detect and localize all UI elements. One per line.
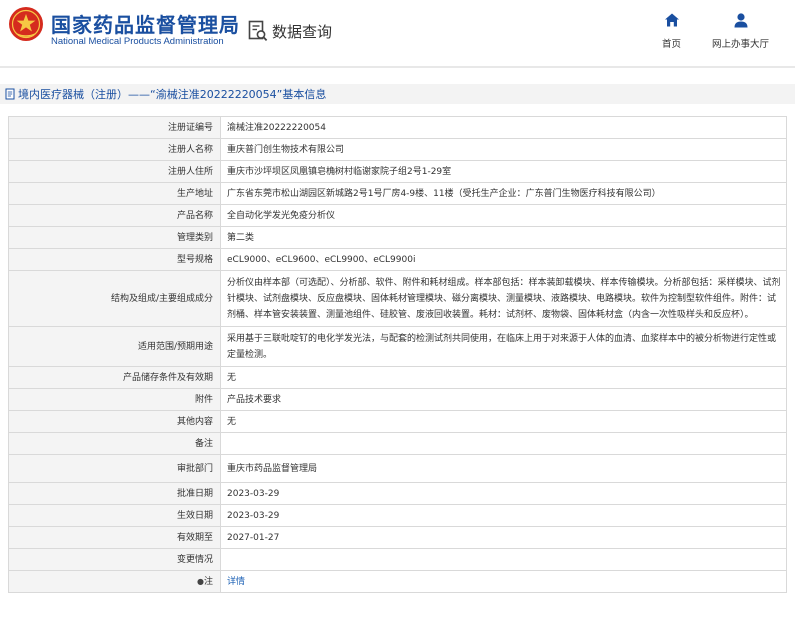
- row-value: 重庆市药品监督管理局: [220, 454, 787, 483]
- row-label: 型号规格: [8, 248, 221, 271]
- data-query-section[interactable]: 数据查询: [248, 18, 332, 44]
- row-value: 重庆市沙坪坝区凤凰镇皂桷树村临谢家院子组2号1-29室: [220, 160, 787, 183]
- table-row: 注册人名称 重庆普门创生物技术有限公司: [8, 138, 787, 161]
- row-label: 注册人名称: [8, 138, 221, 161]
- row-label: 其他内容: [8, 410, 221, 433]
- home-icon: [664, 13, 679, 27]
- table-row: 结构及组成/主要组成成分 分析仪由样本部（可选配）、分析部、软件、附件和耗材组成…: [8, 270, 787, 327]
- data-query-label: 数据查询: [272, 22, 333, 41]
- table-row: 批准日期 2023-03-29: [8, 482, 787, 505]
- note-icon: ●: [197, 576, 204, 586]
- row-label: 注册证编号: [8, 116, 221, 139]
- document-icon: [5, 88, 15, 100]
- row-label: 适用范围/预期用途: [8, 326, 221, 367]
- nav-home-label: 首页: [662, 39, 682, 50]
- org-name-cn: 国家药品监督管理局: [51, 13, 240, 37]
- row-label-note: ●注: [8, 570, 221, 593]
- row-value: 渝械注准20222220054: [220, 116, 787, 139]
- table-row: 审批部门 重庆市药品监督管理局: [8, 454, 787, 483]
- header-divider: [0, 66, 795, 68]
- row-value: 产品技术要求: [220, 388, 787, 411]
- nav-home[interactable]: 首页: [662, 12, 681, 50]
- row-label-note-text: 注: [203, 576, 213, 587]
- row-label: 有效期至: [8, 526, 221, 549]
- registration-detail-table: 注册证编号 渝械注准20222220054 注册人名称 重庆普门创生物技术有限公…: [8, 116, 787, 593]
- row-value: 2027-01-27: [220, 526, 787, 549]
- row-value: 分析仪由样本部（可选配）、分析部、软件、附件和耗材组成。样本部包括：样本装卸载模…: [220, 270, 787, 327]
- table-row: 产品名称 全自动化学发光免疫分析仪: [8, 204, 787, 227]
- row-value: [220, 432, 787, 455]
- table-row: 生产地址 广东省东莞市松山湖园区新城路2号1号厂房4-9楼、11楼（受托生产企业…: [8, 182, 787, 205]
- table-row: 变更情况: [8, 548, 787, 571]
- table-row: 注册人住所 重庆市沙坪坝区凤凰镇皂桷树村临谢家院子组2号1-29室: [8, 160, 787, 183]
- row-value: 无: [220, 410, 787, 433]
- header: 国家药品监督管理局 National Medical Products Admi…: [0, 0, 795, 62]
- table-row: 注册证编号 渝械注准20222220054: [8, 116, 787, 139]
- nav-online-service[interactable]: 网上办事大厅: [712, 12, 769, 50]
- detail-title-bar: 境内医疗器械（注册）——“渝械注准20222220054”基本信息: [0, 84, 795, 104]
- row-value: 全自动化学发光免疫分析仪: [220, 204, 787, 227]
- table-row: ●注 详情: [8, 570, 787, 593]
- row-value: 详情: [220, 570, 787, 593]
- details-link[interactable]: 详情: [227, 577, 245, 587]
- row-label: 产品储存条件及有效期: [8, 366, 221, 389]
- table-row: 附件 产品技术要求: [8, 388, 787, 411]
- row-label: 结构及组成/主要组成成分: [8, 270, 221, 327]
- search-document-icon: [248, 20, 268, 42]
- nmpa-logo-icon: [9, 7, 43, 41]
- table-row: 其他内容 无: [8, 410, 787, 433]
- row-value: 重庆普门创生物技术有限公司: [220, 138, 787, 161]
- table-row: 有效期至 2027-01-27: [8, 526, 787, 549]
- user-icon: [734, 13, 747, 28]
- row-label: 审批部门: [8, 454, 221, 483]
- row-label: 变更情况: [8, 548, 221, 571]
- table-row: 适用范围/预期用途 采用基于三联吡啶钌的电化学发光法，与配套的检测试剂共同使用，…: [8, 326, 787, 367]
- row-label: 生产地址: [8, 182, 221, 205]
- row-value: [220, 548, 787, 571]
- row-value: 广东省东莞市松山湖园区新城路2号1号厂房4-9楼、11楼（受托生产企业：广东普门…: [220, 182, 787, 205]
- row-value: 第二类: [220, 226, 787, 249]
- row-label: 备注: [8, 432, 221, 455]
- table-row: 型号规格 eCL9000、eCL9600、eCL9900、eCL9900i: [8, 248, 787, 271]
- nav-online-service-label: 网上办事大厅: [712, 39, 770, 50]
- row-label: 附件: [8, 388, 221, 411]
- row-value: 2023-03-29: [220, 482, 787, 505]
- row-label: 产品名称: [8, 204, 221, 227]
- org-name-en: National Medical Products Administration: [51, 36, 224, 47]
- table-row: 管理类别 第二类: [8, 226, 787, 249]
- table-row: 生效日期 2023-03-29: [8, 504, 787, 527]
- row-label: 生效日期: [8, 504, 221, 527]
- row-label: 管理类别: [8, 226, 221, 249]
- table-row: 备注: [8, 432, 787, 455]
- row-value: eCL9000、eCL9600、eCL9900、eCL9900i: [220, 248, 787, 271]
- table-row: 产品储存条件及有效期 无: [8, 366, 787, 389]
- row-value: 无: [220, 366, 787, 389]
- row-value: 采用基于三联吡啶钌的电化学发光法，与配套的检测试剂共同使用，在临床上用于对来源于…: [220, 326, 787, 367]
- detail-title: 境内医疗器械（注册）——“渝械注准20222220054”基本信息: [18, 88, 327, 101]
- row-value: 2023-03-29: [220, 504, 787, 527]
- row-label: 注册人住所: [8, 160, 221, 183]
- row-label: 批准日期: [8, 482, 221, 505]
